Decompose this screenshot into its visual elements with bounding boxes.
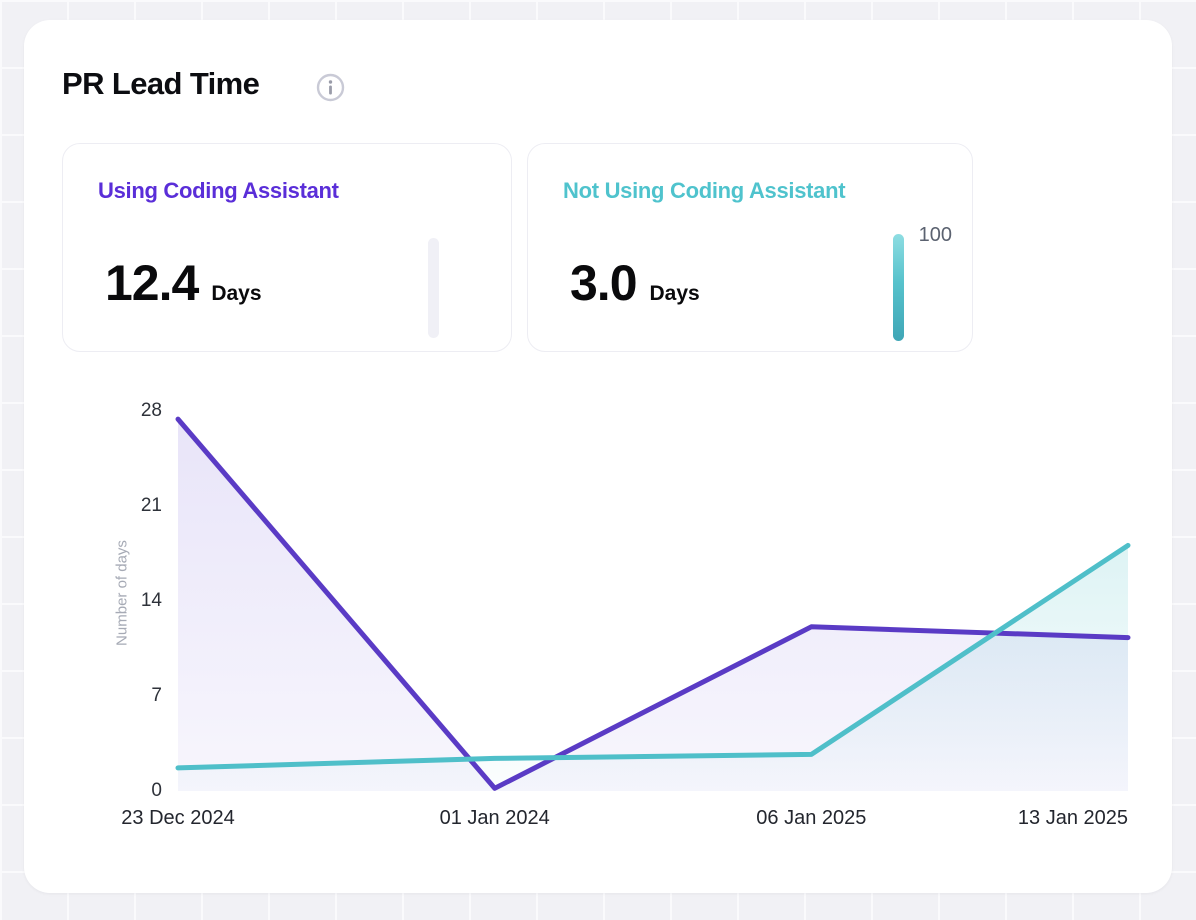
pr-lead-time-card: PR Lead Time Using Coding Assistant 12.4… <box>24 20 1172 893</box>
y-tick-label: 21 <box>100 494 162 518</box>
chart-canvas[interactable] <box>178 405 1128 795</box>
lead-time-chart[interactable]: Number of days 07142128 23 Dec 202401 Ja… <box>24 20 1172 893</box>
x-tick-label: 06 Jan 2025 <box>756 806 866 830</box>
y-tick-label: 7 <box>100 684 162 708</box>
y-tick-label: 0 <box>100 779 162 803</box>
x-tick-label: 13 Jan 2025 <box>1018 806 1128 830</box>
x-tick-label: 01 Jan 2024 <box>440 806 550 830</box>
y-tick-label: 28 <box>100 399 162 423</box>
x-tick-label: 23 Dec 2024 <box>121 806 234 830</box>
y-tick-label: 14 <box>100 589 162 613</box>
